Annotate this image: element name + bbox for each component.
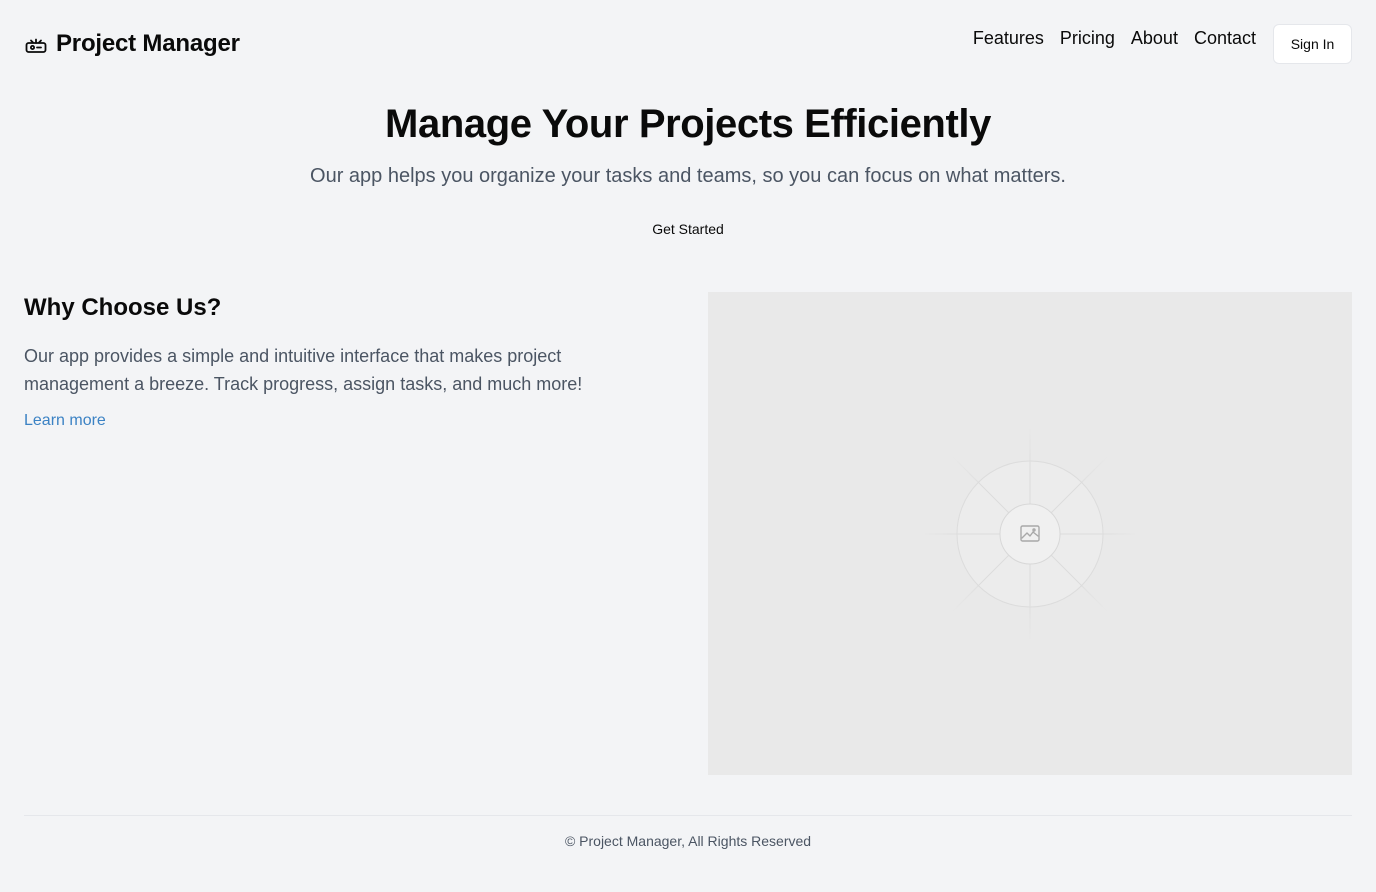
- get-started-button[interactable]: Get Started: [652, 221, 724, 237]
- site-header: Project Manager Features Pricing About C…: [24, 24, 1352, 64]
- why-section: Why Choose Us? Our app provides a simple…: [24, 292, 664, 430]
- nav-features[interactable]: Features: [973, 28, 1044, 49]
- hero-title: Manage Your Projects Efficiently: [385, 102, 991, 146]
- learn-more-link[interactable]: Learn more: [24, 412, 106, 430]
- hero-section: Manage Your Projects Efficiently Our app…: [0, 100, 1376, 239]
- sign-in-button[interactable]: Sign In: [1273, 24, 1352, 64]
- nav-about[interactable]: About: [1131, 28, 1178, 49]
- footer-divider: [24, 815, 1352, 816]
- robot-logo-icon: [25, 38, 47, 53]
- hero-subtitle: Our app helps you organize your tasks an…: [310, 165, 1066, 187]
- image-placeholder: [708, 292, 1352, 775]
- brand-title: Project Manager: [56, 30, 240, 57]
- footer-text: © Project Manager, All Rights Reserved: [564, 833, 812, 849]
- nav-contact[interactable]: Contact: [1194, 28, 1256, 49]
- main-nav: Features Pricing About Contact Sign In: [973, 24, 1352, 64]
- why-title: Why Choose Us?: [24, 294, 222, 321]
- brand[interactable]: Project Manager: [24, 30, 240, 58]
- nav-pricing[interactable]: Pricing: [1060, 28, 1115, 49]
- placeholder-graphic: [925, 429, 1135, 639]
- why-text: Our app provides a simple and intuitive …: [24, 346, 583, 394]
